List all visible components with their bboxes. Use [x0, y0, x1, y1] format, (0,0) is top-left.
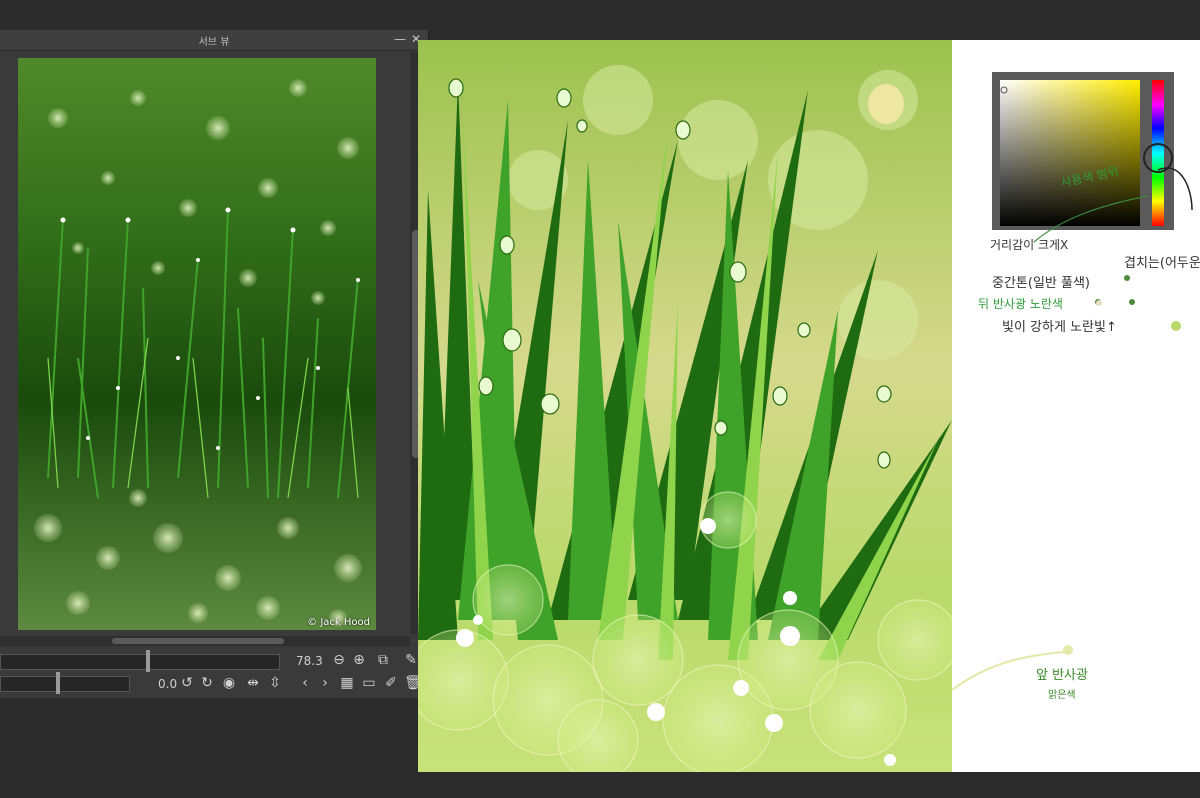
front-reflect-note: 앞 반사광	[1036, 668, 1088, 683]
fit-view-icon[interactable]: ⧉	[374, 652, 392, 668]
zoom-in-icon[interactable]: ⊕	[350, 652, 368, 668]
photo-credit: © Jack Hood	[307, 617, 370, 628]
overlap-note: 겹치는(어두운	[1124, 256, 1200, 271]
flip-vertical-icon[interactable]: ⇳	[266, 675, 284, 691]
rotation-slider-knob[interactable]	[56, 672, 60, 694]
rotation-slider[interactable]	[0, 676, 130, 692]
edit-icon[interactable]: ✐	[382, 675, 400, 691]
drawing-canvas[interactable]: 사용색 범위 거리감이 크게X 중간톤(일반 풀색) 겹치는(어두운 뒤 반사광…	[418, 40, 1200, 772]
back-reflect-note: 뒤 반사광 노란색	[978, 295, 1063, 312]
zoom-slider-knob[interactable]	[146, 650, 150, 672]
rotate-right-icon[interactable]: ↻	[198, 675, 216, 691]
grid-view-icon[interactable]: ▦	[338, 675, 356, 691]
grass-photo-image	[18, 58, 376, 630]
sub-view-titlebar[interactable]: 서브 뷰 — ✕	[0, 30, 428, 51]
reset-rotation-icon[interactable]: ◉	[220, 675, 238, 691]
middle-tone-note: 중간톤(일반 풀색)	[992, 276, 1090, 291]
next-image-icon[interactable]: ›	[316, 675, 334, 691]
minimize-button[interactable]: —	[393, 32, 407, 46]
sub-view-title: 서브 뷰	[198, 37, 230, 48]
strong-light-note: 빛이 강하게 노란빛↑	[1002, 320, 1117, 335]
back-reflect-text: 뒤 반사광 노란색	[978, 297, 1063, 311]
notes-area	[952, 72, 1193, 691]
grass-painting	[418, 40, 952, 772]
color-picker-sketch	[992, 72, 1193, 230]
rotation-value: 0.0	[158, 677, 178, 691]
flip-horizontal-icon[interactable]: ⇹	[244, 675, 262, 691]
open-folder-icon[interactable]: ▭	[360, 675, 378, 691]
rotate-left-icon[interactable]: ↺	[178, 675, 196, 691]
zoom-value: 78.3	[296, 654, 323, 668]
horizontal-scroll-thumb[interactable]	[112, 638, 284, 644]
distance-note: 거리감이 크게X	[990, 238, 1069, 252]
zoom-slider[interactable]	[0, 654, 280, 670]
clear-color-note: 맑은색	[1048, 690, 1076, 701]
reference-photo[interactable]: © Jack Hood	[18, 58, 376, 630]
previous-image-icon[interactable]: ‹	[296, 675, 314, 691]
sub-view-panel: 서브 뷰 — ✕ © Jack Hood 78.3 ⊖ ⊕ ⧉ ✎ 0.0 ↺ …	[0, 30, 429, 698]
zoom-out-icon[interactable]: ⊖	[330, 652, 348, 668]
